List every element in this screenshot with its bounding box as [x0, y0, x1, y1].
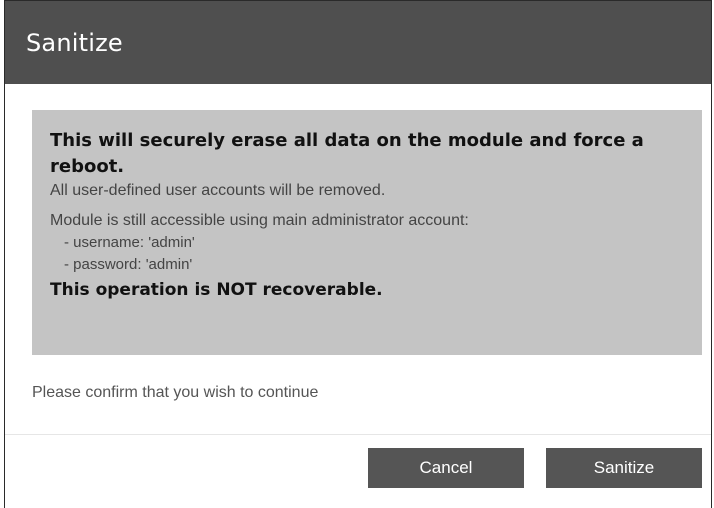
warning-footer: This operation is NOT recoverable. — [50, 280, 383, 300]
dialog-header: Sanitize — [5, 0, 711, 84]
dialog-title: Sanitize — [26, 28, 123, 57]
cancel-button[interactable]: Cancel — [368, 448, 524, 488]
warning-username-line: - username: 'admin' — [64, 234, 195, 251]
warning-headline: This will securely erase all data on the… — [50, 130, 644, 177]
sanitize-button[interactable]: Sanitize — [546, 448, 702, 488]
warning-access-line: Module is still accessible using main ad… — [50, 212, 469, 229]
warning-accounts-line: All user-defined user accounts will be r… — [50, 182, 386, 199]
confirm-text: Please confirm that you wish to continue — [32, 384, 319, 401]
footer-divider — [5, 434, 711, 435]
warning-box: This will securely erase all data on the… — [32, 110, 702, 355]
warning-password-line: - password: 'admin' — [64, 256, 193, 273]
sanitize-dialog: Sanitize This will securely erase all da… — [4, 0, 712, 508]
